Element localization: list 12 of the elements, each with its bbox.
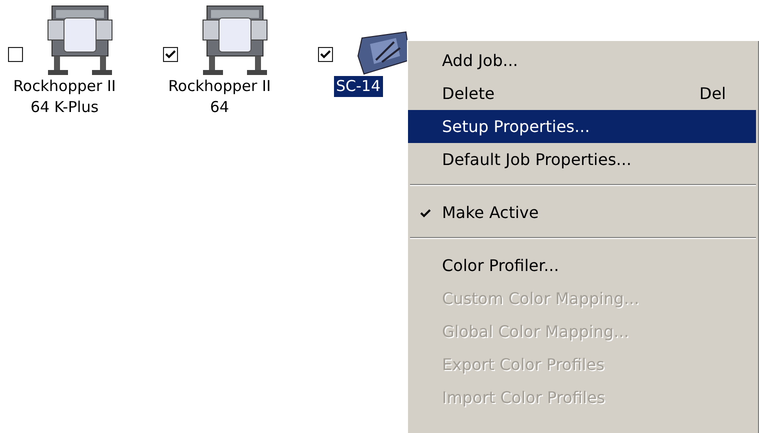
checkbox[interactable] (163, 47, 178, 62)
device-label[interactable]: Rockhopper II 64 (166, 76, 273, 118)
checkbox[interactable] (318, 47, 333, 62)
checkbox[interactable] (8, 47, 23, 62)
menu-item[interactable]: Add Job... (408, 44, 756, 77)
menu-item[interactable]: Delete Del (408, 77, 756, 110)
device-label[interactable]: SC-14 (334, 76, 382, 97)
menu-item[interactable]: Color Profiler... (408, 249, 756, 282)
device-label[interactable]: Rockhopper II 64 K-Plus (11, 76, 118, 118)
menu-item[interactable]: Make Active (408, 196, 756, 229)
menu-item[interactable]: Default Job Properties... (408, 143, 756, 176)
menu-item[interactable]: Setup Properties... (408, 110, 756, 143)
